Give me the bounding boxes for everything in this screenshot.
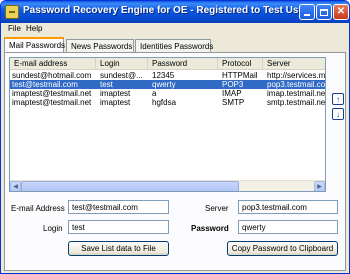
cell-login: imaptest xyxy=(100,89,131,98)
cell-password: hgfdsa xyxy=(152,98,177,107)
cell-protocol: SMTP xyxy=(222,98,245,107)
cell-login: imaptest xyxy=(100,98,131,107)
list-header: E-mail address Login Password Protocol S… xyxy=(10,58,325,70)
table-row[interactable]: imaptest@testmail.net imaptest a IMAP im… xyxy=(10,89,326,98)
cell-password: a xyxy=(152,89,157,98)
close-button[interactable]: ✕ xyxy=(333,4,349,20)
column-header-server[interactable]: Server xyxy=(263,58,325,70)
menu-help[interactable]: Help xyxy=(26,24,42,33)
minimize-button[interactable] xyxy=(299,4,315,20)
table-row-selected[interactable]: test@testmail.com test qwerty POP3 pop3.… xyxy=(10,80,326,89)
password-list[interactable]: E-mail address Login Password Protocol S… xyxy=(9,57,326,192)
table-row[interactable]: imaptest@testmail.net imaptest hgfdsa SM… xyxy=(10,98,326,107)
cell-email: sundest@hotmail.com xyxy=(12,71,92,80)
copy-password-button[interactable]: Copy Password to Clipboard xyxy=(227,241,338,256)
save-list-button[interactable]: Save List data to File xyxy=(68,241,169,256)
column-header-password[interactable]: Password xyxy=(148,58,218,70)
cell-server: smtp.testmail.net xyxy=(267,98,326,107)
login-field[interactable] xyxy=(68,220,169,234)
cell-protocol: HTTPMail xyxy=(222,71,258,80)
cell-protocol: POP3 xyxy=(222,80,244,89)
table-row[interactable]: sundest@hotmail.com sundest@... 12345 HT… xyxy=(10,71,326,80)
cell-login: test xyxy=(100,80,113,89)
scroll-thumb[interactable] xyxy=(21,181,239,191)
cell-server: imap.testmail.net xyxy=(267,89,326,98)
cell-email: imaptest@testmail.net xyxy=(12,98,92,107)
email-field[interactable] xyxy=(68,200,169,214)
login-label: Login xyxy=(43,224,63,233)
column-header-login[interactable]: Login xyxy=(96,58,148,70)
title-bar[interactable]: Password Recovery Engine for OE - Regist… xyxy=(1,1,349,23)
maximize-button[interactable] xyxy=(316,4,332,20)
cell-password: 12345 xyxy=(152,71,175,80)
password-label: Password xyxy=(191,224,229,233)
minimize-icon xyxy=(304,14,310,16)
scroll-right-icon[interactable]: ▶ xyxy=(314,181,325,191)
app-key-icon xyxy=(5,5,19,19)
server-label: Server xyxy=(205,204,229,213)
tab-mail-passwords[interactable]: Mail Passwords xyxy=(4,37,65,52)
server-field[interactable] xyxy=(238,200,338,214)
move-down-button[interactable]: ↓ xyxy=(332,108,344,120)
column-header-email[interactable]: E-mail address xyxy=(10,58,96,70)
email-label: E-mail Address xyxy=(11,204,65,213)
cell-login: sundest@... xyxy=(100,71,143,80)
maximize-icon xyxy=(320,8,328,16)
horizontal-scrollbar[interactable]: ◀ ▶ xyxy=(10,180,325,191)
cell-server: pop3.testmail.com xyxy=(267,80,326,89)
cell-email: test@testmail.com xyxy=(12,80,78,89)
tab-identities-passwords[interactable]: Identities Passwords xyxy=(135,39,213,52)
cell-password: qwerty xyxy=(152,80,176,89)
window-title: Password Recovery Engine for OE - Regist… xyxy=(23,5,308,16)
menu-bar: File Help xyxy=(1,23,349,35)
cell-protocol: IMAP xyxy=(222,89,242,98)
cell-server: http://services.m... xyxy=(267,71,326,80)
column-header-protocol[interactable]: Protocol xyxy=(218,58,263,70)
scroll-left-icon[interactable]: ◀ xyxy=(10,181,21,191)
move-up-button[interactable]: ↑ xyxy=(332,93,344,105)
password-field[interactable] xyxy=(238,220,338,234)
tab-panel: E-mail address Login Password Protocol S… xyxy=(4,52,346,271)
cell-email: imaptest@testmail.net xyxy=(12,89,92,98)
main-window: Password Recovery Engine for OE - Regist… xyxy=(0,0,350,274)
tab-news-passwords[interactable]: News Passwords xyxy=(66,39,134,52)
menu-file[interactable]: File xyxy=(8,24,21,33)
